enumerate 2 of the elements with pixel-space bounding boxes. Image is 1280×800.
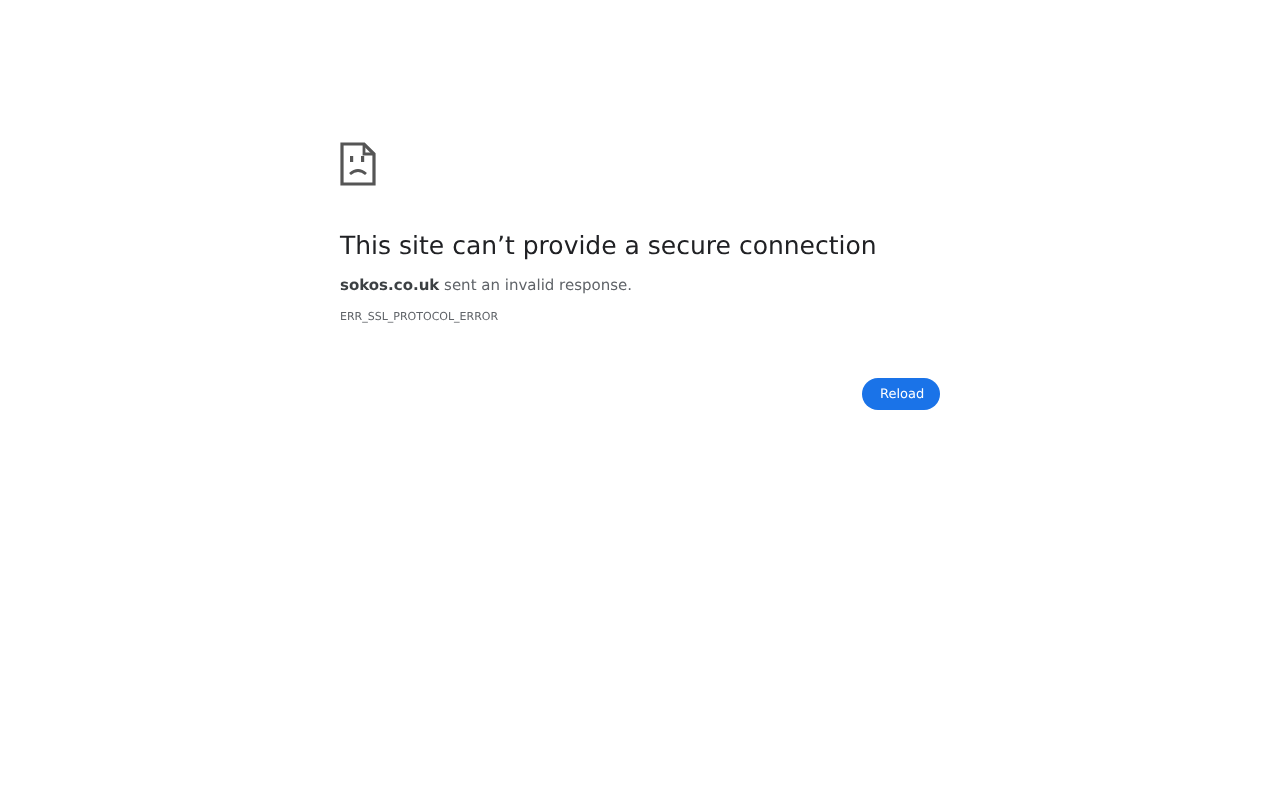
error-title: This site can’t provide a secure connection — [340, 230, 877, 260]
sad-page-icon — [340, 142, 376, 186]
